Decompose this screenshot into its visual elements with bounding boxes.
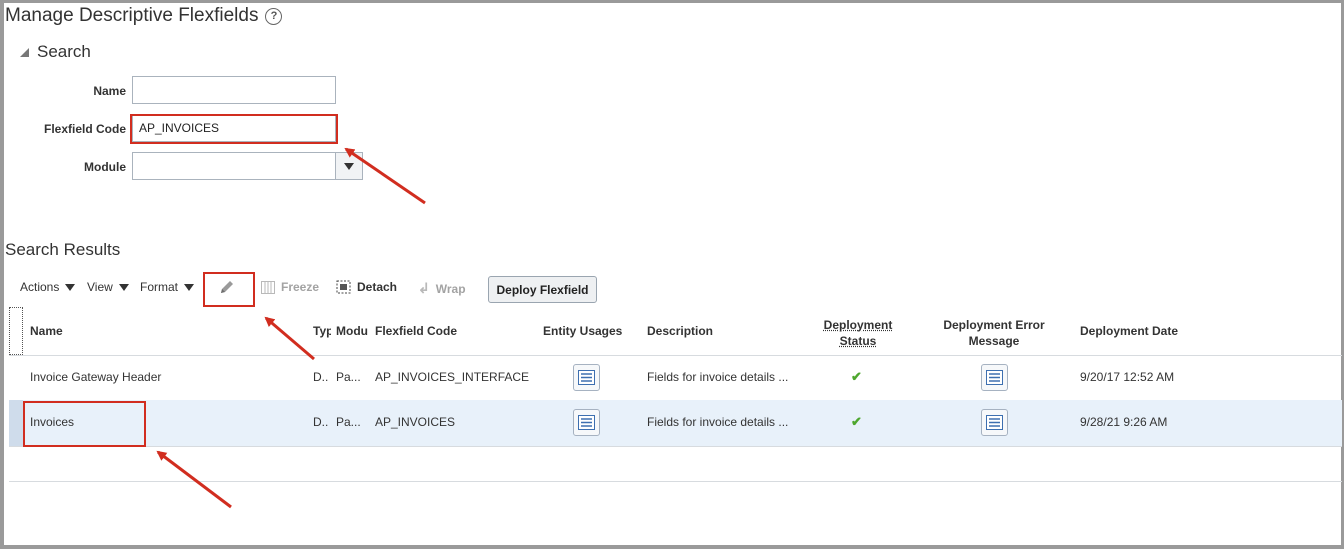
- format-label: Format: [140, 280, 179, 294]
- actions-label: Actions: [20, 280, 60, 294]
- document-icon: [986, 370, 1003, 385]
- error-header-line1: Deployment Error: [943, 318, 1045, 332]
- col-header-deployment-error[interactable]: Deployment Error Message: [929, 317, 1059, 349]
- row-description: Fields for invoice details ...: [647, 415, 789, 429]
- wrap-arrow-icon: ↲: [418, 280, 430, 296]
- col-header-module[interactable]: Modu: [336, 324, 372, 338]
- deployment-error-button[interactable]: [981, 364, 1008, 391]
- row-module: Pa...: [336, 370, 361, 384]
- document-icon: [986, 415, 1003, 430]
- deployed-check-icon: ✔: [851, 369, 862, 384]
- view-label: View: [87, 280, 113, 294]
- search-section-header[interactable]: Search: [20, 42, 91, 62]
- deploy-flexfield-button[interactable]: Deploy Flexfield: [488, 276, 597, 303]
- module-label: Module: [84, 160, 126, 174]
- table-row[interactable]: Invoices D.. Pa... AP_INVOICES Fields fo…: [9, 400, 1342, 446]
- row-name: Invoice Gateway Header: [30, 370, 162, 384]
- col-header-deployment-date[interactable]: Deployment Date: [1080, 324, 1178, 338]
- freeze-columns-icon: [261, 280, 275, 294]
- col-header-name[interactable]: Name: [30, 324, 63, 338]
- search-header-text: Search: [37, 42, 91, 61]
- page-title-text: Manage Descriptive Flexfields: [5, 5, 259, 26]
- detach-icon: [336, 280, 351, 294]
- detach-label: Detach: [357, 280, 398, 294]
- format-menu[interactable]: Format: [140, 280, 195, 294]
- flexfield-code-label: Flexfield Code: [43, 122, 126, 136]
- row-flexfield-code: AP_INVOICES_INTERFACE: [375, 370, 530, 384]
- chevron-down-icon: [344, 162, 354, 170]
- col-header-description[interactable]: Description: [647, 324, 713, 338]
- chevron-down-icon: [184, 283, 195, 291]
- deployment-error-button[interactable]: [981, 409, 1008, 436]
- row-module: Pa...: [336, 415, 361, 429]
- freeze-label: Freeze: [281, 280, 320, 294]
- entity-usages-button[interactable]: [573, 409, 600, 436]
- chevron-down-icon: [65, 283, 76, 291]
- page-title: Manage Descriptive Flexfields ?: [5, 5, 283, 27]
- collapse-triangle-icon[interactable]: [20, 47, 29, 57]
- status-header-line2: Status: [839, 334, 877, 348]
- row-type: D..: [313, 370, 329, 384]
- document-icon: [578, 370, 595, 385]
- col-header-entity-usages[interactable]: Entity Usages: [543, 324, 622, 338]
- col-header-deployment-status[interactable]: Deployment Status: [804, 317, 912, 349]
- entity-usages-button[interactable]: [573, 364, 600, 391]
- module-dropdown-button[interactable]: [335, 152, 363, 180]
- col-header-type[interactable]: Typ: [313, 324, 331, 338]
- edit-callout-box: [203, 272, 255, 307]
- name-label: Name: [93, 84, 126, 98]
- row-deployment-date: 9/28/21 9:26 AM: [1080, 415, 1168, 429]
- invoices-callout-box: [23, 401, 146, 447]
- row-type: D..: [313, 415, 329, 429]
- error-header-line2: Message: [968, 334, 1020, 348]
- detach-button[interactable]: Detach: [336, 280, 397, 294]
- col-header-flexfield-code[interactable]: Flexfield Code: [375, 324, 457, 338]
- table-row[interactable]: Invoice Gateway Header D.. Pa... AP_INVO…: [9, 355, 1342, 400]
- row-flexfield-code: AP_INVOICES: [375, 415, 456, 429]
- name-input[interactable]: [132, 76, 336, 104]
- chevron-down-icon: [118, 283, 129, 291]
- view-menu[interactable]: View: [87, 280, 129, 294]
- wrap-button[interactable]: ↲ Wrap: [418, 280, 466, 297]
- wrap-label: Wrap: [435, 281, 466, 296]
- table-bottom-border: [9, 481, 1342, 482]
- column-selector-corner[interactable]: [9, 307, 23, 355]
- actions-menu[interactable]: Actions: [20, 280, 76, 294]
- code-callout-box: [130, 114, 338, 144]
- help-icon[interactable]: ?: [265, 7, 283, 25]
- status-header-line1: Deployment: [823, 318, 893, 332]
- results-table: Name Typ Modu Flexfield Code Entity Usag…: [9, 307, 1342, 483]
- row-deployment-date: 9/20/17 12:52 AM: [1080, 370, 1175, 384]
- module-select[interactable]: [132, 152, 336, 180]
- freeze-button[interactable]: Freeze: [261, 280, 319, 294]
- row-description: Fields for invoice details ...: [647, 370, 789, 384]
- search-results-title: Search Results: [5, 240, 121, 259]
- deployed-check-icon: ✔: [851, 414, 862, 429]
- document-icon: [578, 415, 595, 430]
- row-divider: [9, 446, 1342, 447]
